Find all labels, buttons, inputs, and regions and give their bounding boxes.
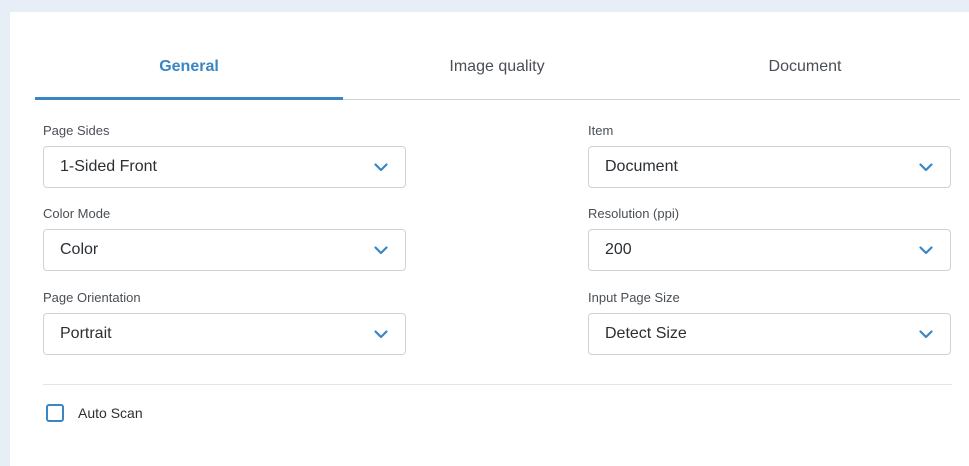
chevron-down-icon — [373, 242, 389, 258]
resolution-label: Resolution (ppi) — [588, 206, 680, 221]
auto-scan-checkbox[interactable] — [46, 404, 64, 422]
page-orientation-select[interactable]: Portrait — [43, 313, 406, 355]
scan-settings-panel: General Image quality Document Page Side… — [10, 12, 969, 466]
resolution-field: Resolution (ppi) 200 — [588, 205, 951, 271]
page-orientation-field: Page Orientation Portrait — [43, 289, 406, 355]
resolution-select[interactable]: 200 — [588, 229, 951, 271]
chevron-down-icon — [918, 242, 934, 258]
input-page-size-select[interactable]: Detect Size — [588, 313, 951, 355]
item-select[interactable]: Document — [588, 146, 951, 188]
page-orientation-value: Portrait — [60, 325, 112, 342]
page-sides-select[interactable]: 1-Sided Front — [43, 146, 406, 188]
tab-bar: General Image quality Document — [35, 38, 960, 100]
input-page-size-label: Input Page Size — [588, 290, 680, 305]
chevron-down-icon — [373, 159, 389, 175]
color-mode-field: Color Mode Color — [43, 205, 406, 271]
color-mode-label: Color Mode — [43, 206, 111, 221]
page-sides-label: Page Sides — [43, 123, 110, 138]
color-mode-value: Color — [60, 241, 99, 258]
tab-image-quality[interactable]: Image quality — [343, 38, 651, 99]
tab-document[interactable]: Document — [651, 38, 959, 99]
page-sides-field: Page Sides 1-Sided Front — [43, 122, 406, 188]
chevron-down-icon — [373, 326, 389, 342]
auto-scan-label: Auto Scan — [78, 405, 143, 421]
auto-scan-option[interactable]: Auto Scan — [46, 404, 143, 422]
page-orientation-label: Page Orientation — [43, 290, 141, 305]
resolution-value: 200 — [605, 241, 632, 258]
divider — [43, 384, 952, 385]
input-page-size-field: Input Page Size Detect Size — [588, 289, 951, 355]
item-value: Document — [605, 158, 678, 175]
tab-general[interactable]: General — [35, 38, 343, 100]
chevron-down-icon — [918, 326, 934, 342]
chevron-down-icon — [918, 159, 934, 175]
page-sides-value: 1-Sided Front — [60, 158, 157, 175]
item-label: Item — [588, 123, 614, 138]
input-page-size-value: Detect Size — [605, 325, 687, 342]
item-field: Item Document — [588, 122, 951, 188]
color-mode-select[interactable]: Color — [43, 229, 406, 271]
